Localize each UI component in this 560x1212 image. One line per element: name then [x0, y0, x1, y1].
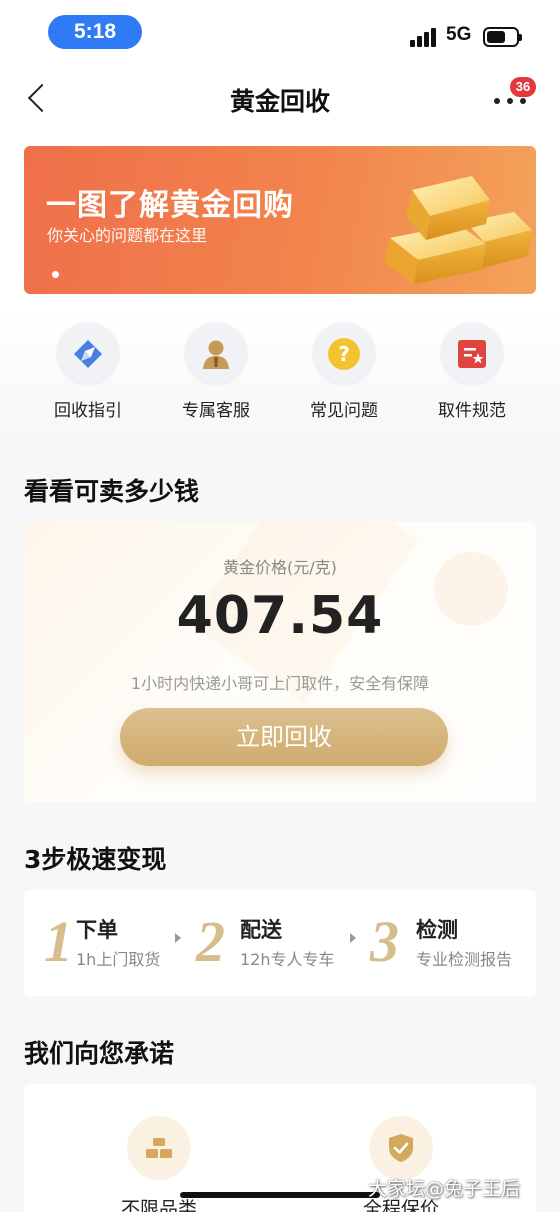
step-subtitle: 1h上门取货	[76, 950, 161, 969]
notification-badge: 36	[510, 77, 536, 97]
nav-bar: 黄金回收	[0, 70, 560, 128]
step-number: 3	[370, 909, 399, 974]
page-title: 黄金回收	[229, 87, 330, 116]
step-item: 1 下单 1h上门取货	[44, 910, 194, 980]
shield-check-icon	[369, 1116, 433, 1180]
step-number: 1	[44, 909, 73, 974]
steps-card: 1 下单 1h上门取货 2 配送 12h专人专车 3 检测 专业检测报告	[24, 890, 536, 996]
price-description: 1小时内快递小哥可上门取件，安全有保障	[130, 674, 430, 693]
banner-subtitle: 你关心的问题都在这里	[47, 226, 208, 245]
quick-link-label: 取件规范	[438, 401, 506, 421]
promise-section-title: 我们向您承诺	[24, 1039, 175, 1068]
step-arrow-icon	[350, 933, 356, 943]
step-number: 2	[196, 909, 225, 974]
quick-link-label: 专属客服	[182, 401, 250, 421]
step-arrow-icon	[175, 933, 181, 943]
steps-section-title: 3步极速变现	[24, 845, 167, 874]
step-item: 3 检测 专业检测报告	[370, 910, 530, 980]
price-card: 黄金价格(元/克) 407.54 1小时内快递小哥可上门取件，安全有保障 立即回…	[24, 522, 536, 802]
recycle-now-button[interactable]: 立即回收	[120, 708, 448, 766]
promo-banner[interactable]: 一图了解黄金回购 你关心的问题都在这里	[24, 146, 536, 294]
banner-title: 一图了解黄金回购	[46, 188, 294, 223]
quick-link-label: 常见问题	[310, 401, 378, 421]
step-title: 检测	[416, 918, 458, 942]
price-label: 黄金价格(元/克)	[223, 558, 337, 577]
question-icon: ?	[312, 322, 376, 386]
watermark: 大家坛@兔子王后	[368, 1178, 521, 1200]
svg-text:?: ?	[338, 342, 350, 366]
quick-link-service[interactable]: 专属客服	[156, 322, 276, 421]
quick-link-label: 回收指引	[54, 401, 122, 421]
price-section-title: 看看可卖多少钱	[24, 477, 200, 506]
quick-links: 回收指引 专属客服 ? 常见问题 取件规范	[0, 322, 560, 422]
status-time: 5:18	[48, 15, 142, 49]
status-bar: 5:18 5G	[0, 0, 560, 64]
quick-link-guide[interactable]: 回收指引	[28, 322, 148, 421]
quick-link-faq[interactable]: ? 常见问题	[284, 322, 404, 421]
gold-bars-icon	[127, 1116, 191, 1180]
gold-bars-illustration	[384, 176, 532, 284]
network-type: 5G	[446, 24, 472, 45]
gold-price: 407.54	[176, 586, 384, 646]
step-item: 2 配送 12h专人专车	[196, 910, 356, 980]
document-star-icon	[440, 322, 504, 386]
battery-icon	[483, 27, 522, 47]
step-subtitle: 专业检测报告	[416, 950, 513, 969]
home-indicator	[180, 1192, 380, 1198]
service-agent-icon	[184, 322, 248, 386]
step-title: 配送	[240, 918, 282, 942]
quick-link-rules[interactable]: 取件规范	[412, 322, 532, 421]
signal-icon	[410, 27, 438, 47]
compass-icon	[56, 322, 120, 386]
step-subtitle: 12h专人专车	[240, 950, 335, 969]
step-title: 下单	[76, 918, 118, 942]
carousel-indicator	[52, 271, 59, 278]
